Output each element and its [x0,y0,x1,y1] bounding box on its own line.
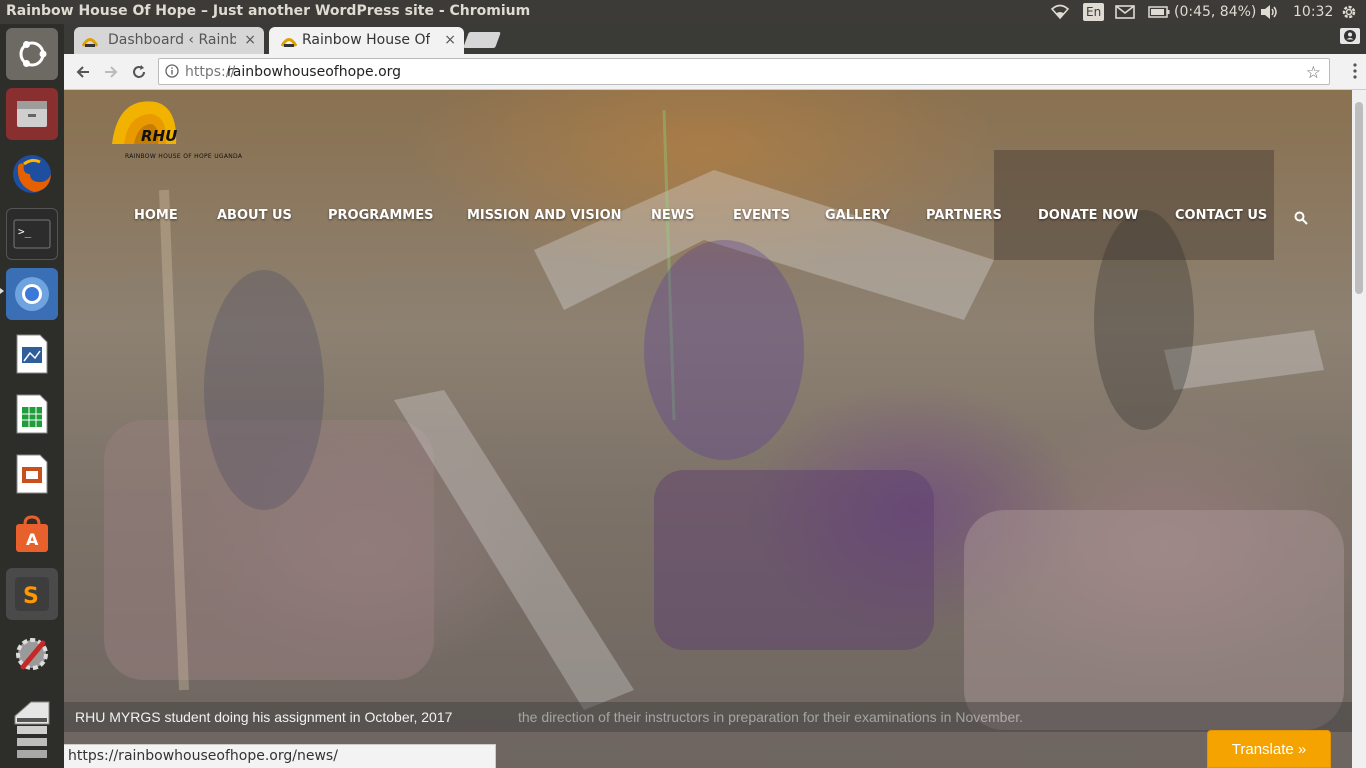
nav-news[interactable]: NEWS [651,208,694,223]
main-nav: HOME ABOUT US PROGRAMMES MISSION AND VIS… [64,208,1352,228]
nav-programmes[interactable]: PROGRAMMES [328,208,433,223]
launcher: >_ A S [0,24,64,768]
translate-button[interactable]: Translate » [1207,730,1331,768]
battery-icon[interactable] [1148,2,1170,22]
battery-status: (0:45, 84%) [1174,4,1257,20]
caption-text-fading: the direction of their instructors in pr… [518,709,1024,725]
software-center-icon[interactable]: A [6,508,58,560]
menu-icon[interactable] [1352,62,1358,80]
tab-label: Dashboard ‹ Rainbo [108,32,236,48]
favicon-icon [81,33,99,49]
hero-slider[interactable]: RHU RAINBOW HOUSE OF HOPE UGANDA HOME AB… [64,90,1352,768]
address-bar[interactable]: https:// rainbowhouseofhope.org ☆ [158,58,1330,85]
nav-home[interactable]: HOME [134,208,178,223]
nav-gallery[interactable]: GALLERY [825,208,890,223]
nav-events[interactable]: EVENTS [733,208,790,223]
running-indicator [0,288,4,294]
favicon-icon [280,33,298,49]
nav-partners[interactable]: PARTNERS [926,208,1002,223]
new-tab-button[interactable] [463,32,501,48]
nav-donate-now[interactable]: DONATE NOW [1038,208,1138,223]
keyboard-indicator[interactable]: En [1083,3,1105,21]
tab-strip: Dashboard ‹ Rainbo × Rainbow House Of × [64,24,1366,54]
chromium-icon[interactable] [6,268,58,320]
libreoffice-impress-icon[interactable] [6,328,58,380]
scrollbar[interactable] [1352,90,1366,768]
top-panel: Rainbow House Of Hope – Just another Wor… [0,0,1366,24]
close-icon[interactable]: × [244,32,256,48]
window-title: Rainbow House Of Hope – Just another Wor… [6,3,531,19]
slide-caption: RHU MYRGS student doing his assignment i… [64,702,1352,732]
url-host: rainbowhouseofhope.org [227,64,402,80]
ubuntu-dash-icon[interactable] [6,28,58,80]
stack-icon[interactable] [6,720,58,764]
libreoffice-impress-2-icon[interactable] [6,448,58,500]
page-viewport: RHU RAINBOW HOUSE OF HOPE UGANDA HOME AB… [64,90,1366,768]
tab-label: Rainbow House Of [302,32,430,48]
svg-text:A: A [26,530,39,549]
logo-text: RHU [141,127,178,145]
scrollbar-thumb[interactable] [1355,102,1363,294]
logo-tagline: RAINBOW HOUSE OF HOPE UGANDA [125,153,243,160]
info-icon[interactable] [165,64,179,82]
tab-dashboard[interactable]: Dashboard ‹ Rainbo × [74,27,264,54]
clock[interactable]: 10:32 [1293,2,1333,22]
bookmark-star-icon[interactable]: ☆ [1306,63,1321,83]
svg-text:>_: >_ [18,225,32,238]
site-logo[interactable]: RHU RAINBOW HOUSE OF HOPE UGANDA [94,92,242,162]
forward-button[interactable] [99,60,123,84]
terminal-icon[interactable]: >_ [6,208,58,260]
firefox-icon[interactable] [6,148,58,200]
wifi-icon[interactable] [1050,2,1070,22]
nav-mission-and-vision[interactable]: MISSION AND VISION [467,208,622,223]
search-icon[interactable] [1294,210,1308,229]
volume-icon[interactable] [1259,2,1279,22]
svg-text:S: S [23,584,39,609]
sublime-text-icon[interactable]: S [6,568,58,620]
libreoffice-calc-icon[interactable] [6,388,58,440]
nav-contact-us[interactable]: CONTACT US [1175,208,1267,223]
back-button[interactable] [71,60,95,84]
nav-about-us[interactable]: ABOUT US [217,208,292,223]
reload-button[interactable] [127,60,151,84]
browser-window: Dashboard ‹ Rainbo × Rainbow House Of × [64,24,1366,768]
system-settings-icon[interactable] [6,628,58,680]
files-icon[interactable] [6,88,58,140]
toolbar: https:// rainbowhouseofhope.org ☆ [64,54,1366,90]
gear-icon[interactable] [1340,2,1358,22]
caption-text: RHU MYRGS student doing his assignment i… [75,709,453,725]
status-bubble: https://rainbowhouseofhope.org/news/ [64,744,496,768]
tab-rainbow-house[interactable]: Rainbow House Of × [269,27,464,54]
profile-button[interactable] [1340,28,1360,44]
hero-image [104,109,1344,730]
close-icon[interactable]: × [444,32,456,48]
mail-icon[interactable] [1115,2,1135,22]
